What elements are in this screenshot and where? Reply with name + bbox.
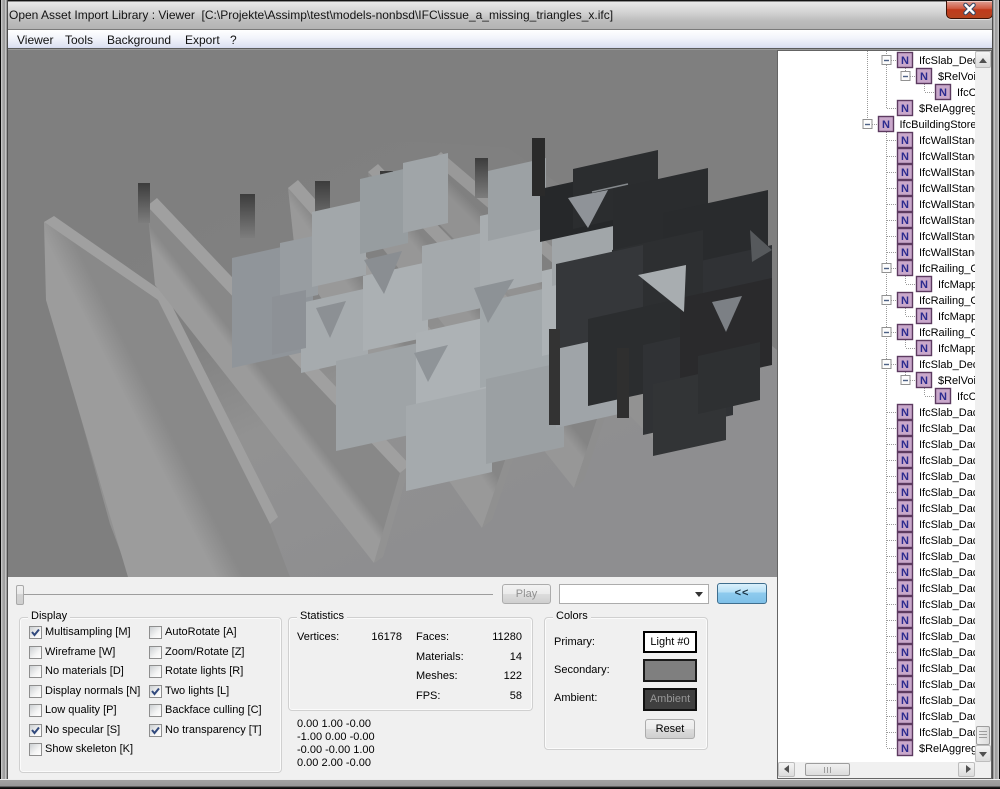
svg-text:IfcSlab_Dach: IfcSlab_Dach bbox=[919, 519, 975, 531]
svg-text:N: N bbox=[901, 263, 909, 275]
svg-text:IfcRailing_G: IfcRailing_G bbox=[919, 263, 975, 275]
svg-text:N: N bbox=[920, 375, 928, 387]
svg-text:IfcWallStand: IfcWallStand bbox=[919, 215, 975, 227]
svg-text:IfcRailing_G: IfcRailing_G bbox=[919, 295, 975, 307]
svg-text:IfcWallStand: IfcWallStand bbox=[919, 151, 975, 163]
svg-text:IfcWallStand: IfcWallStand bbox=[919, 135, 975, 147]
svg-text:IfcSlab_Dach: IfcSlab_Dach bbox=[919, 503, 975, 515]
svg-text:IfcSlab_Dach: IfcSlab_Dach bbox=[919, 663, 975, 675]
svg-text:N: N bbox=[901, 711, 909, 723]
svg-text:IfcSlab_Dach: IfcSlab_Dach bbox=[919, 567, 975, 579]
svg-text:IfcWallStand: IfcWallStand bbox=[919, 167, 975, 179]
svg-text:IfcSlab_Dach: IfcSlab_Dach bbox=[919, 727, 975, 739]
svg-text:N: N bbox=[901, 439, 909, 451]
svg-text:IfcMappe: IfcMappe bbox=[938, 343, 975, 355]
svg-text:IfcWallStand: IfcWallStand bbox=[919, 183, 975, 195]
svg-text:N: N bbox=[901, 583, 909, 595]
svg-text:N: N bbox=[901, 199, 909, 211]
svg-text:IfcSlab_Dach: IfcSlab_Dach bbox=[919, 423, 975, 435]
svg-text:IfcSlab_Deck: IfcSlab_Deck bbox=[919, 55, 975, 67]
svg-text:N: N bbox=[901, 455, 909, 467]
svg-text:IfcCo: IfcCo bbox=[957, 391, 975, 403]
svg-text:IfcSlab_Dach: IfcSlab_Dach bbox=[919, 439, 975, 451]
svg-text:N: N bbox=[901, 359, 909, 371]
svg-text:IfcSlab_Dach: IfcSlab_Dach bbox=[919, 551, 975, 563]
svg-text:N: N bbox=[901, 599, 909, 611]
svg-text:IfcSlab_Dach: IfcSlab_Dach bbox=[919, 455, 975, 467]
svg-text:N: N bbox=[920, 279, 928, 291]
svg-text:N: N bbox=[901, 695, 909, 707]
svg-text:N: N bbox=[882, 119, 890, 131]
svg-text:N: N bbox=[901, 551, 909, 563]
svg-text:N: N bbox=[901, 487, 909, 499]
svg-text:$RelAggreg: $RelAggreg bbox=[919, 743, 975, 755]
svg-text:N: N bbox=[901, 567, 909, 579]
svg-text:N: N bbox=[901, 407, 909, 419]
svg-text:N: N bbox=[901, 727, 909, 739]
svg-text:N: N bbox=[939, 87, 947, 99]
svg-text:N: N bbox=[901, 151, 909, 163]
svg-text:N: N bbox=[920, 343, 928, 355]
svg-text:N: N bbox=[901, 215, 909, 227]
svg-text:N: N bbox=[901, 167, 909, 179]
svg-text:N: N bbox=[901, 231, 909, 243]
svg-text:N: N bbox=[901, 103, 909, 115]
svg-text:$RelVoid: $RelVoid bbox=[938, 375, 975, 387]
svg-text:IfcWallStand: IfcWallStand bbox=[919, 231, 975, 243]
svg-text:$RelAggreg: $RelAggreg bbox=[919, 103, 975, 115]
svg-text:IfcMappe: IfcMappe bbox=[938, 311, 975, 323]
svg-text:N: N bbox=[901, 647, 909, 659]
svg-text:N: N bbox=[901, 503, 909, 515]
svg-text:N: N bbox=[920, 71, 928, 83]
svg-text:IfcSlab_Dach: IfcSlab_Dach bbox=[919, 599, 975, 611]
svg-text:IfcMappe: IfcMappe bbox=[938, 279, 975, 291]
svg-text:IfcRailing_G: IfcRailing_G bbox=[919, 327, 975, 339]
svg-text:N: N bbox=[901, 247, 909, 259]
svg-text:IfcBuildingStorey: IfcBuildingStorey bbox=[900, 119, 976, 131]
svg-text:IfcSlab_Dach: IfcSlab_Dach bbox=[919, 535, 975, 547]
svg-text:IfcSlab_Dach: IfcSlab_Dach bbox=[919, 679, 975, 691]
svg-text:N: N bbox=[901, 679, 909, 691]
svg-text:N: N bbox=[901, 535, 909, 547]
svg-text:N: N bbox=[901, 55, 909, 67]
svg-text:N: N bbox=[901, 743, 909, 755]
svg-text:IfcSlab_Dach: IfcSlab_Dach bbox=[919, 407, 975, 419]
svg-text:IfcSlab_Dach: IfcSlab_Dach bbox=[919, 631, 975, 643]
svg-text:N: N bbox=[901, 295, 909, 307]
svg-text:N: N bbox=[939, 391, 947, 403]
svg-text:N: N bbox=[901, 183, 909, 195]
svg-text:IfcSlab_Dach: IfcSlab_Dach bbox=[919, 487, 975, 499]
svg-text:IfcCo: IfcCo bbox=[957, 87, 975, 99]
svg-text:N: N bbox=[901, 519, 909, 531]
svg-text:IfcSlab_Dach: IfcSlab_Dach bbox=[919, 647, 975, 659]
svg-text:N: N bbox=[901, 663, 909, 675]
svg-text:N: N bbox=[901, 327, 909, 339]
svg-text:N: N bbox=[901, 615, 909, 627]
svg-text:IfcSlab_Dach: IfcSlab_Dach bbox=[919, 615, 975, 627]
svg-text:IfcSlab_Dach: IfcSlab_Dach bbox=[919, 471, 975, 483]
svg-text:$RelVoid: $RelVoid bbox=[938, 71, 975, 83]
svg-text:IfcSlab_Dach: IfcSlab_Dach bbox=[919, 711, 975, 723]
svg-text:IfcSlab_Dach: IfcSlab_Dach bbox=[919, 695, 975, 707]
svg-text:N: N bbox=[901, 631, 909, 643]
svg-text:IfcSlab_Deck: IfcSlab_Deck bbox=[919, 359, 975, 371]
svg-text:IfcWallStand: IfcWallStand bbox=[919, 199, 975, 211]
svg-text:N: N bbox=[901, 423, 909, 435]
svg-text:N: N bbox=[901, 135, 909, 147]
svg-text:N: N bbox=[920, 311, 928, 323]
svg-text:N: N bbox=[901, 471, 909, 483]
svg-text:IfcWallStand: IfcWallStand bbox=[919, 247, 975, 259]
svg-text:IfcSlab_Dach: IfcSlab_Dach bbox=[919, 583, 975, 595]
